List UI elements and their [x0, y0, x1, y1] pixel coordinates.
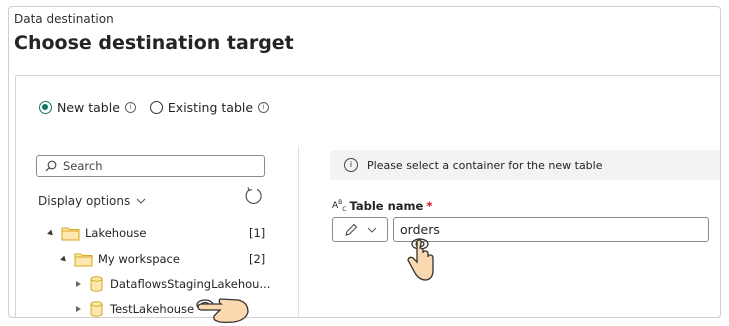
expand-caret-icon[interactable] [47, 229, 55, 237]
search-icon [45, 160, 57, 172]
dialog-subtitle: Data destination [14, 12, 114, 26]
new-table-radio[interactable] [39, 101, 52, 114]
search-input[interactable]: Search [36, 155, 265, 177]
info-message: Please select a container for the new ta… [367, 158, 603, 172]
tree-item-label: DataflowsStagingLakehou... [110, 277, 271, 291]
expand-caret-icon[interactable] [60, 255, 68, 263]
target-mode-group: New table i Existing table i [39, 100, 283, 115]
database-icon [90, 276, 103, 292]
database-icon [90, 301, 103, 317]
tree-item-testlakehouse[interactable]: TestLakehouse [76, 300, 195, 317]
info-icon: i [344, 158, 358, 172]
existing-table-radio[interactable] [149, 101, 163, 114]
tree-item-lakehouse[interactable]: Lakehouse [47, 224, 147, 242]
item-count: [2] [249, 252, 266, 266]
chevron-down-icon [136, 198, 146, 204]
tree-item-label: Lakehouse [85, 226, 147, 240]
tree-item-label: TestLakehouse [110, 302, 195, 316]
info-icon[interactable]: i [258, 102, 270, 113]
destination-dialog: Data destination Choose destination targ… [8, 6, 721, 318]
existing-table-option[interactable]: Existing table i [149, 100, 270, 115]
info-icon[interactable]: i [124, 102, 136, 113]
existing-table-label: Existing table [167, 100, 254, 115]
table-name-input[interactable] [393, 217, 709, 242]
new-table-label: New table [57, 100, 120, 115]
pencil-icon [345, 223, 358, 236]
search-placeholder: Search [63, 159, 103, 173]
text-type-icon: ABC [332, 199, 347, 213]
folder-icon [61, 227, 80, 240]
new-table-option[interactable]: New table i [39, 100, 136, 115]
tree-item-my-workspace[interactable]: My workspace [60, 250, 180, 268]
panel-divider [298, 146, 299, 317]
hand-cursor-icon [407, 238, 434, 281]
display-options-label: Display options [38, 194, 131, 208]
destination-panel: New table i Existing table i Search Disp… [15, 75, 720, 317]
folder-icon [74, 253, 93, 266]
dialog-title: Choose destination target [14, 32, 294, 54]
chevron-down-icon [367, 227, 377, 233]
expand-caret-icon[interactable] [76, 306, 81, 312]
required-mark: * [426, 199, 433, 213]
table-name-label-text: Table name [349, 199, 424, 213]
tree-item-label: My workspace [98, 252, 180, 266]
table-name-label: ABC Table name * [332, 199, 432, 213]
table-name-mode-dropdown[interactable] [332, 217, 388, 242]
display-options-dropdown[interactable]: Display options [38, 194, 146, 208]
item-count: [1] [249, 226, 266, 240]
info-message-bar: i Please select a container for the new … [330, 150, 720, 180]
refresh-icon[interactable] [244, 186, 264, 206]
expand-caret-icon[interactable] [76, 281, 81, 287]
hand-cursor-icon [196, 298, 249, 323]
